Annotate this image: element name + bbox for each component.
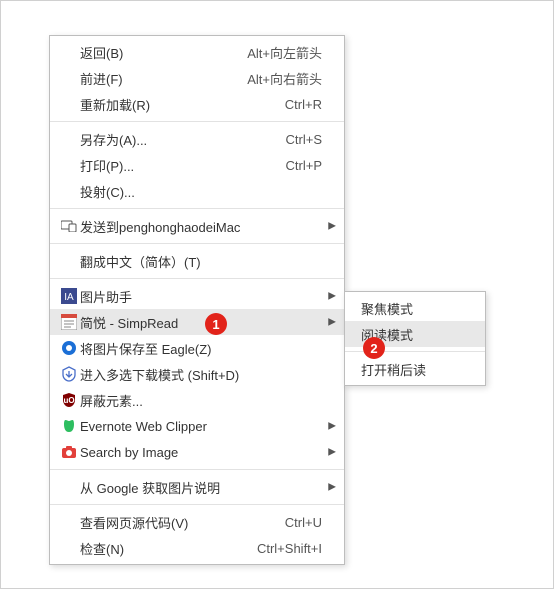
separator	[50, 469, 344, 470]
menu-label: Search by Image	[80, 445, 322, 460]
separator	[50, 278, 344, 279]
menu-item-print[interactable]: 打印(P)... Ctrl+P	[50, 152, 344, 178]
menu-item-search-by-image[interactable]: Search by Image ▶	[50, 439, 344, 465]
devices-icon	[58, 217, 80, 235]
menu-label: 查看网页源代码(V)	[80, 513, 277, 532]
submenu-arrow-icon: ▶	[328, 447, 336, 458]
menu-shortcut: Ctrl+U	[285, 515, 322, 530]
menu-label: 投射(C)...	[80, 182, 322, 201]
menu-item-save-to-eagle[interactable]: 将图片保存至 Eagle(Z)	[50, 335, 344, 361]
menu-shortcut: Ctrl+P	[286, 158, 322, 173]
empty-icon	[58, 69, 80, 87]
submenu-arrow-icon: ▶	[328, 221, 336, 232]
menu-shortcut: Alt+向右箭头	[247, 69, 322, 88]
empty-icon	[58, 539, 80, 557]
menu-label: 聚焦模式	[361, 299, 463, 318]
menu-label: 翻成中文（简体）(T)	[80, 252, 322, 271]
eagle-icon	[58, 339, 80, 357]
menu-item-view-source[interactable]: 查看网页源代码(V) Ctrl+U	[50, 509, 344, 535]
context-menu: 返回(B) Alt+向左箭头 前进(F) Alt+向右箭头 重新加载(R) Ct…	[49, 35, 345, 565]
menu-label: 发送到penghonghaodeiMac	[80, 217, 322, 236]
empty-icon	[58, 156, 80, 174]
menu-item-simpread[interactable]: 简悦 - SimpRead ▶	[50, 309, 344, 335]
menu-item-reload[interactable]: 重新加载(R) Ctrl+R	[50, 91, 344, 117]
menu-shortcut: Ctrl+Shift+I	[257, 541, 322, 556]
image-assistant-icon: IA	[58, 287, 80, 305]
menu-shortcut: Alt+向左箭头	[247, 43, 322, 62]
ublock-icon: uO	[58, 391, 80, 409]
menu-label: 进入多选下载模式 (Shift+D)	[80, 365, 322, 384]
empty-icon	[58, 478, 80, 496]
menu-item-image-assistant[interactable]: IA 图片助手 ▶	[50, 283, 344, 309]
menu-label: 打印(P)...	[80, 156, 278, 175]
separator	[50, 121, 344, 122]
menu-label: 打开稍后读	[361, 360, 463, 379]
empty-icon	[58, 182, 80, 200]
menu-item-google-image-desc[interactable]: 从 Google 获取图片说明 ▶	[50, 474, 344, 500]
empty-icon	[58, 513, 80, 531]
menu-item-evernote[interactable]: Evernote Web Clipper ▶	[50, 413, 344, 439]
menu-shortcut: Ctrl+R	[285, 97, 322, 112]
empty-icon	[58, 130, 80, 148]
simpread-submenu: 聚焦模式 阅读模式 打开稍后读	[344, 291, 486, 386]
freedownload-icon	[58, 365, 80, 383]
camera-icon	[58, 443, 80, 461]
submenu-arrow-icon: ▶	[328, 317, 336, 328]
menu-item-translate[interactable]: 翻成中文（简体）(T)	[50, 248, 344, 274]
submenu-item-focus-mode[interactable]: 聚焦模式	[345, 295, 485, 321]
svg-text:IA: IA	[64, 292, 74, 303]
menu-item-cast[interactable]: 投射(C)...	[50, 178, 344, 204]
submenu-arrow-icon: ▶	[328, 421, 336, 432]
evernote-icon	[58, 417, 80, 435]
submenu-item-read-later[interactable]: 打开稍后读	[345, 356, 485, 382]
menu-label: 另存为(A)...	[80, 130, 278, 149]
menu-label: 屏蔽元素...	[80, 391, 322, 410]
separator	[50, 504, 344, 505]
menu-item-multi-download[interactable]: 进入多选下载模式 (Shift+D)	[50, 361, 344, 387]
menu-item-send-to[interactable]: 发送到penghonghaodeiMac ▶	[50, 213, 344, 239]
menu-label: Evernote Web Clipper	[80, 419, 322, 434]
empty-icon	[58, 252, 80, 270]
menu-label: 将图片保存至 Eagle(Z)	[80, 339, 322, 358]
empty-icon	[58, 43, 80, 61]
submenu-arrow-icon: ▶	[328, 482, 336, 493]
menu-label: 返回(B)	[80, 43, 239, 62]
submenu-arrow-icon: ▶	[328, 291, 336, 302]
menu-item-back[interactable]: 返回(B) Alt+向左箭头	[50, 39, 344, 65]
menu-label: 简悦 - SimpRead	[80, 313, 322, 332]
menu-item-save-as[interactable]: 另存为(A)... Ctrl+S	[50, 126, 344, 152]
menu-shortcut: Ctrl+S	[286, 132, 322, 147]
menu-label: 图片助手	[80, 287, 322, 306]
menu-label: 重新加载(R)	[80, 95, 277, 114]
menu-label: 检查(N)	[80, 539, 249, 558]
separator	[50, 208, 344, 209]
menu-item-ublock[interactable]: uO 屏蔽元素...	[50, 387, 344, 413]
menu-label: 前进(F)	[80, 69, 239, 88]
annotation-badge-2: 2	[363, 337, 385, 359]
separator	[50, 243, 344, 244]
menu-item-inspect[interactable]: 检查(N) Ctrl+Shift+I	[50, 535, 344, 561]
annotation-badge-1: 1	[205, 313, 227, 335]
empty-icon	[58, 95, 80, 113]
menu-item-forward[interactable]: 前进(F) Alt+向右箭头	[50, 65, 344, 91]
menu-label: 从 Google 获取图片说明	[80, 478, 322, 497]
simpread-icon	[58, 313, 80, 331]
svg-text:uO: uO	[63, 396, 74, 405]
